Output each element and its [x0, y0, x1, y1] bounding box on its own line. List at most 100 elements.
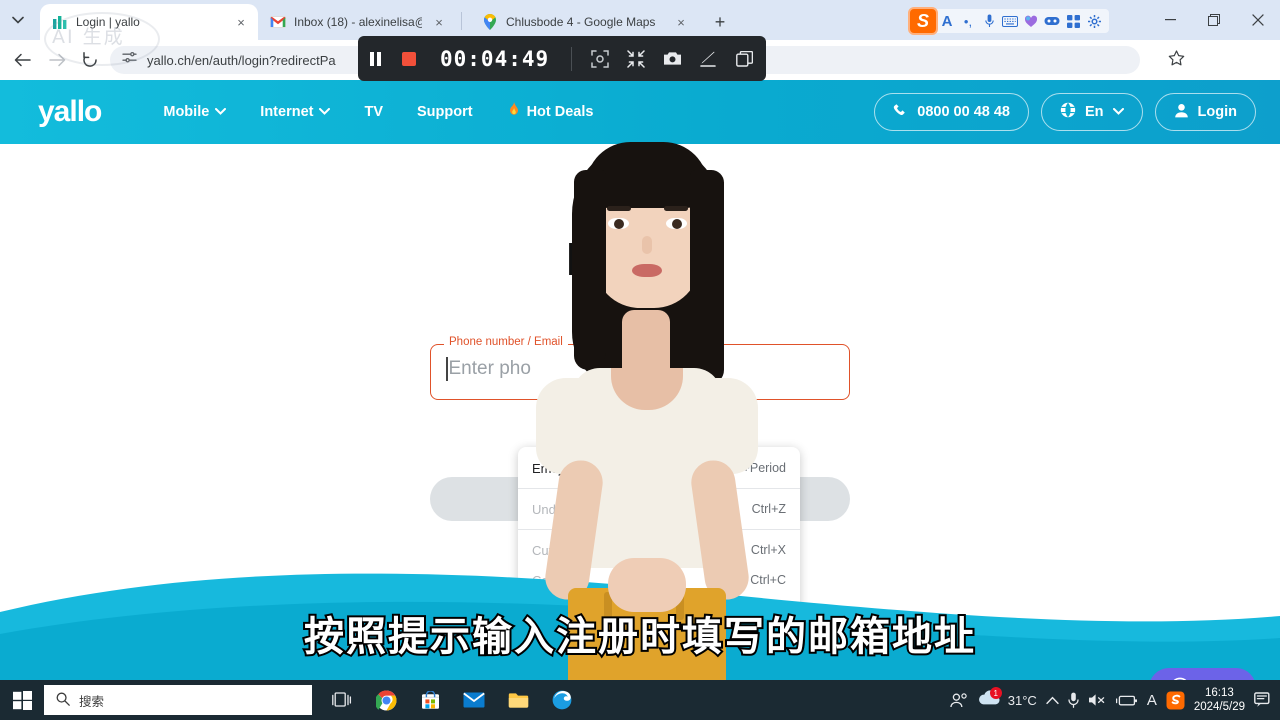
- tab-title: Inbox (18) - alexinelisa@gma: [294, 15, 422, 29]
- taskbar-clock[interactable]: 16:13 2024/5/29: [1194, 686, 1245, 715]
- sogou-logo-icon[interactable]: S: [908, 7, 938, 35]
- avatar-eye-right: [666, 218, 687, 229]
- window-minimize-button[interactable]: [1148, 0, 1192, 40]
- search-icon: [56, 692, 70, 709]
- microphone-icon[interactable]: [1068, 692, 1079, 708]
- nav-item-mobile[interactable]: Mobile: [163, 104, 227, 120]
- region-capture-icon[interactable]: [582, 36, 618, 81]
- taskbar-pinned-apps: [322, 680, 582, 720]
- explorer-icon[interactable]: [498, 680, 538, 720]
- yallo-logo[interactable]: yallo: [38, 95, 102, 129]
- keyboard-icon[interactable]: [1001, 12, 1019, 30]
- avatar-eye-left: [608, 218, 629, 229]
- window-icon[interactable]: [726, 36, 762, 81]
- microsoft-store-icon[interactable]: [410, 680, 450, 720]
- camera-icon[interactable]: [654, 36, 690, 81]
- ai-watermark: AI 生成: [52, 26, 125, 48]
- tab-close-icon[interactable]: ×: [430, 13, 448, 31]
- new-tab-button[interactable]: +: [706, 8, 734, 36]
- presenter-avatar: [500, 140, 790, 720]
- nav-item-internet[interactable]: Internet: [260, 104, 331, 120]
- avatar-sleeve-left: [536, 378, 592, 474]
- battery-icon[interactable]: [1115, 694, 1138, 707]
- text-caret: [446, 357, 448, 381]
- skin-icon[interactable]: [1022, 12, 1040, 30]
- ime-indicator[interactable]: A: [1147, 692, 1157, 709]
- mail-icon[interactable]: [454, 680, 494, 720]
- nav-item-hot-deals[interactable]: Hot Deals: [507, 101, 594, 123]
- window-controls: [1148, 0, 1280, 40]
- settings-icon[interactable]: [1085, 12, 1103, 30]
- pause-icon: [369, 51, 381, 66]
- nav-item-tv[interactable]: TV: [364, 104, 383, 120]
- avatar-eyebrow-right: [664, 206, 688, 211]
- screen-root: Login | yallo × Inbox (18) - alexinelisa…: [0, 0, 1280, 720]
- browser-tab-2[interactable]: Chlusbode 4 - Google Maps ×: [470, 4, 698, 40]
- volume-muted-icon[interactable]: [1088, 693, 1107, 707]
- recorder-stop-button[interactable]: [392, 36, 426, 81]
- recorder-timer: 00:04:49: [440, 46, 550, 71]
- video-subtitle: 按照提示输入注册时填写的邮箱地址: [302, 612, 976, 662]
- nav-label: TV: [364, 104, 383, 120]
- people-icon[interactable]: [950, 692, 968, 708]
- header-actions: 0800 00 48 48 En Login: [874, 93, 1256, 131]
- tab-close-icon[interactable]: ×: [672, 13, 690, 31]
- gmail-icon: [270, 14, 286, 30]
- address-bar-url: yallo.ch/en/auth/login?redirectPa: [147, 52, 336, 68]
- sogou-icon[interactable]: [1166, 691, 1185, 710]
- task-view-icon[interactable]: [322, 680, 362, 720]
- avatar-arm-left: [542, 457, 606, 603]
- screen-recorder-toolbar[interactable]: 00:04:49: [358, 36, 766, 81]
- tab-divider: [461, 12, 462, 30]
- flame-icon: [507, 101, 521, 123]
- tab-search-button[interactable]: [4, 6, 32, 34]
- language-selector[interactable]: En: [1041, 93, 1143, 131]
- avatar-hair-right: [690, 170, 724, 385]
- avatar-eyebrow-left: [607, 206, 631, 211]
- back-arrow-icon[interactable]: [8, 46, 36, 74]
- nav-label: Mobile: [163, 104, 210, 120]
- collapse-icon[interactable]: [618, 36, 654, 81]
- chevron-down-icon: [1112, 107, 1124, 118]
- tab-strip: Login | yallo × Inbox (18) - alexinelisa…: [0, 0, 1280, 40]
- globe-icon: [1060, 102, 1076, 122]
- edge-icon[interactable]: [542, 680, 582, 720]
- emoji-icon[interactable]: [1043, 12, 1061, 30]
- login-label: Login: [1197, 104, 1237, 120]
- recorder-pause-button[interactable]: [358, 36, 392, 81]
- chrome-icon[interactable]: [366, 680, 406, 720]
- avatar-nose: [642, 236, 652, 254]
- site-header: yallo Mobile Internet TV Support Hot Dea…: [0, 80, 1280, 144]
- ime-punctuation-icon[interactable]: •,: [959, 12, 977, 30]
- system-tray: 1 31°C A 16:13 2024/5/29: [950, 680, 1280, 720]
- ime-language-icon[interactable]: A: [938, 12, 956, 30]
- stop-icon: [402, 51, 416, 66]
- taskbar-search-box[interactable]: 搜索: [44, 685, 312, 715]
- nav-label: Hot Deals: [526, 104, 594, 120]
- nav-item-support[interactable]: Support: [417, 104, 473, 120]
- search-placeholder: 搜索: [79, 694, 105, 709]
- tab-close-icon[interactable]: ×: [232, 13, 250, 31]
- weather-widget[interactable]: 1 31°C: [977, 687, 1037, 711]
- bookmark-star-icon[interactable]: [1168, 50, 1185, 72]
- pen-icon[interactable]: [690, 36, 726, 81]
- weather-badge: 1: [989, 687, 1002, 699]
- windows-start-icon[interactable]: [0, 680, 44, 720]
- window-maximize-button[interactable]: [1192, 0, 1236, 40]
- window-close-button[interactable]: [1236, 0, 1280, 40]
- tray-expand-chevron[interactable]: [1046, 696, 1059, 705]
- sogou-ime-toolbar[interactable]: S A •,: [908, 7, 1109, 35]
- login-button[interactable]: Login: [1154, 93, 1256, 131]
- apps-icon[interactable]: [1064, 12, 1082, 30]
- avatar-mouth: [632, 264, 662, 277]
- clock-date: 2024/5/29: [1193, 701, 1245, 713]
- language-label: En: [1085, 104, 1104, 120]
- browser-tab-1[interactable]: Inbox (18) - alexinelisa@gma ×: [258, 4, 456, 40]
- avatar-hair-left: [574, 170, 606, 370]
- microphone-icon[interactable]: [980, 12, 998, 30]
- notification-icon[interactable]: [1254, 692, 1272, 708]
- chevron-down-icon: [319, 107, 331, 118]
- phone-button[interactable]: 0800 00 48 48: [874, 93, 1029, 131]
- nav-label: Support: [417, 104, 473, 120]
- nav-label: Internet: [260, 104, 314, 120]
